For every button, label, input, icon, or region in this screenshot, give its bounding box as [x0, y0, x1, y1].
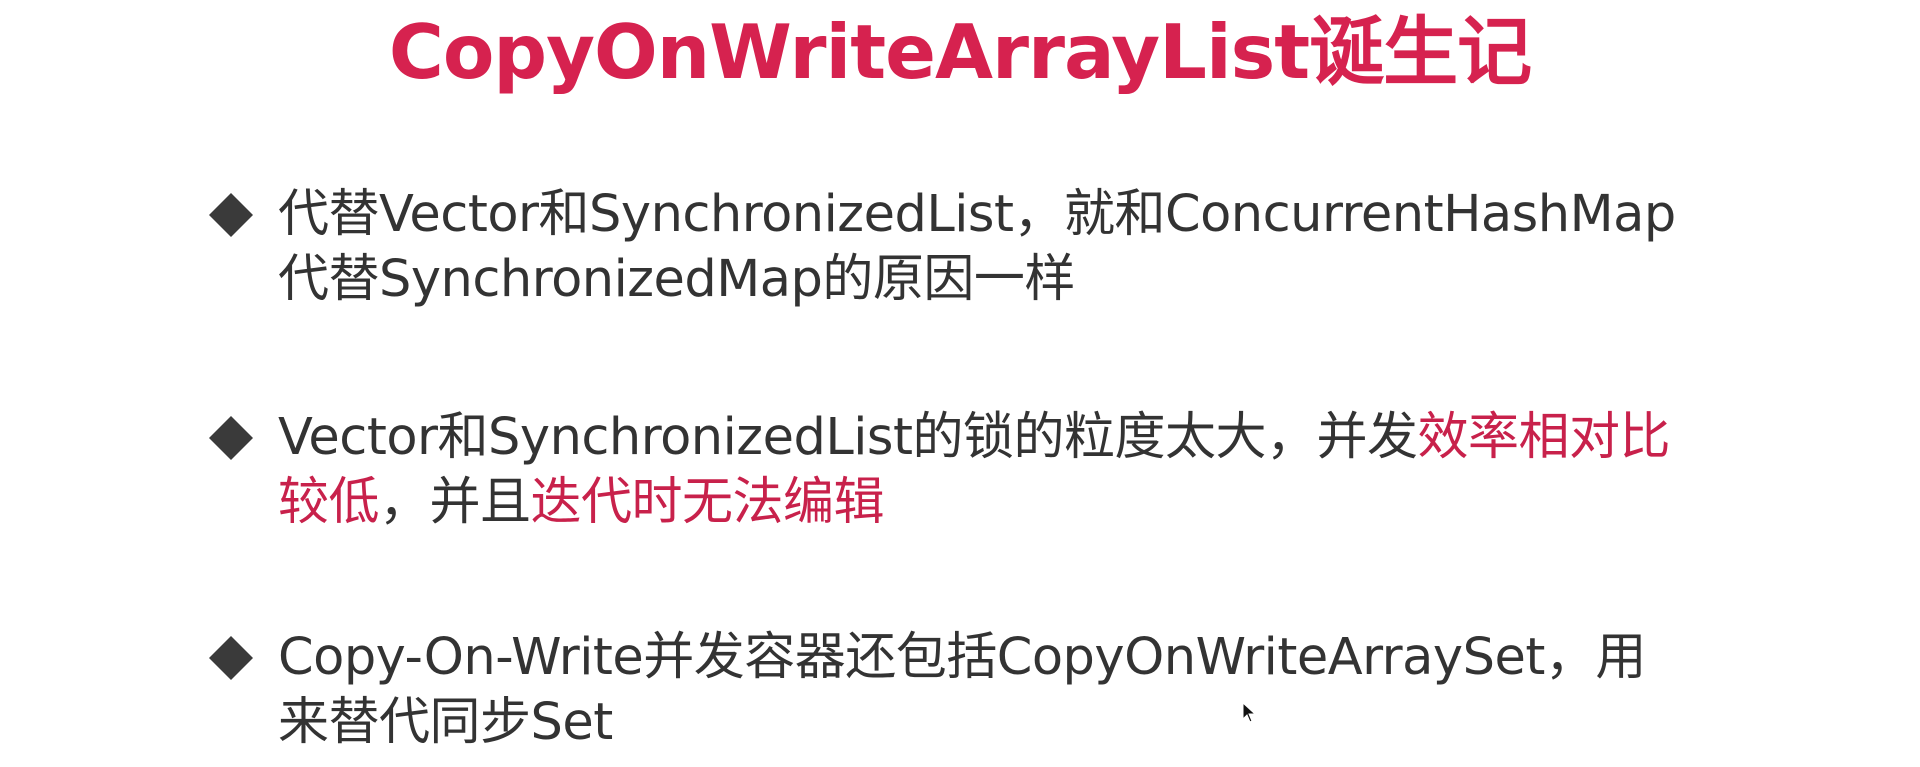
diamond-bullet-icon	[209, 416, 253, 460]
bullet-text-3: Copy-On-Write并发容器还包括CopyOnWriteArraySet，…	[278, 625, 1778, 755]
bullet-2-line-1: Vector和SynchronizedList的锁的粒度太大，并发效率相对比	[278, 405, 1778, 470]
bullet-2-emphasis-efficiency: 效率相对比	[1417, 408, 1670, 467]
bullet-text-1: 代替Vector和SynchronizedList，就和ConcurrentHa…	[278, 182, 1778, 312]
bullet-2-emphasis-low: 较低	[278, 473, 380, 532]
bullet-2-line-2: 较低，并且迭代时无法编辑	[278, 470, 1778, 535]
bullet-3-line-1: Copy-On-Write并发容器还包括CopyOnWriteArraySet，…	[278, 628, 1646, 687]
bullet-text-2: Vector和SynchronizedList的锁的粒度太大，并发效率相对比 较…	[278, 405, 1778, 535]
diamond-bullet-icon	[209, 193, 253, 237]
slide-title: CopyOnWriteArrayList诞生记	[388, 8, 1532, 96]
bullet-2-emphasis-iteration: 迭代时无法编辑	[530, 473, 885, 532]
mouse-pointer-icon	[1242, 702, 1257, 723]
bullet-3-line-2: 来替代同步Set	[278, 693, 613, 752]
bullet-2-plain-and: ，并且	[379, 473, 531, 532]
bullet-1-line-2: 代替SynchronizedMap的原因一样	[278, 250, 1075, 309]
bullet-2-plain-text: Vector和SynchronizedList的锁的粒度太大，并发	[278, 408, 1418, 467]
bullet-1-line-1: 代替Vector和SynchronizedList，就和ConcurrentHa…	[278, 185, 1676, 244]
diamond-bullet-icon	[209, 636, 253, 680]
